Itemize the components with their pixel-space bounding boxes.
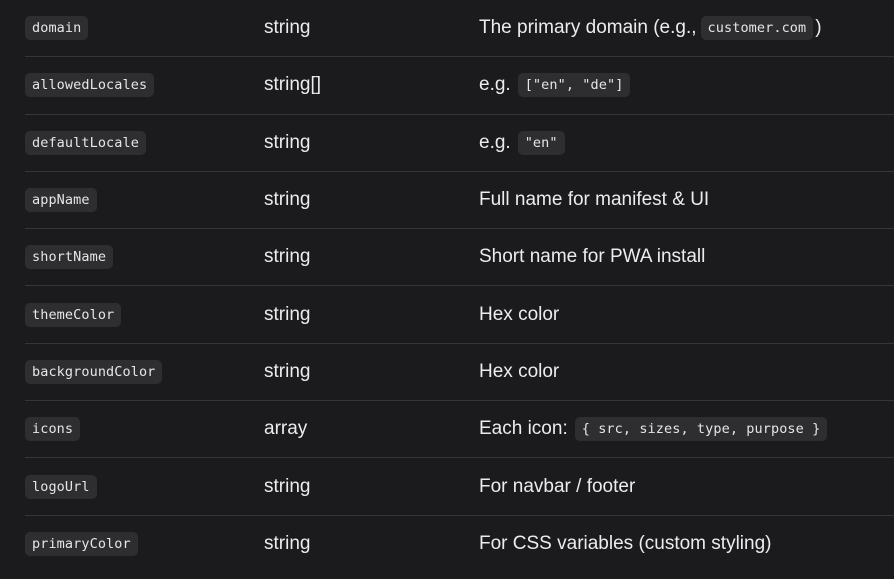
table-row: allowedLocales string[] e.g. ["en", "de"…	[25, 57, 894, 115]
description-suffix: )	[815, 17, 822, 39]
property-description: The primary domain (e.g.,	[479, 17, 697, 39]
table-row: shortName string Short name for PWA inst…	[25, 229, 894, 287]
property-name: icons	[25, 417, 81, 442]
config-table: domain string The primary domain (e.g., …	[25, 0, 894, 573]
table-row: defaultLocale string e.g. "en"	[25, 115, 894, 172]
property-type: string	[264, 17, 311, 39]
table-row: primaryColor string For CSS variables (c…	[25, 516, 894, 573]
description-code: "en"	[517, 130, 565, 155]
property-type: string	[264, 303, 311, 325]
property-name: allowedLocales	[25, 73, 155, 98]
table-row: domain string The primary domain (e.g., …	[25, 0, 894, 58]
table-row: icons array Each icon: { src, sizes, typ…	[25, 401, 894, 459]
table-row: backgroundColor string Hex color	[25, 344, 894, 402]
property-name: shortName	[25, 245, 114, 270]
property-name: primaryColor	[25, 532, 138, 557]
property-description: e.g.	[479, 131, 511, 153]
property-name: logoUrl	[25, 474, 97, 499]
property-description: e.g.	[479, 74, 511, 96]
property-name: appName	[25, 188, 97, 213]
property-type: string	[264, 131, 311, 153]
property-type: string	[264, 246, 311, 268]
property-type: string[]	[264, 74, 322, 96]
description-code: customer.com	[700, 16, 814, 41]
property-type: string	[264, 189, 311, 211]
property-name: backgroundColor	[25, 359, 163, 384]
property-name: domain	[25, 16, 89, 41]
description-code: { src, sizes, type, purpose }	[574, 417, 828, 442]
property-name: themeColor	[25, 302, 122, 327]
property-description: Short name for PWA install	[479, 246, 706, 268]
property-description: Hex color	[479, 360, 560, 382]
property-description: For CSS variables (custom styling)	[479, 533, 772, 555]
property-description: Hex color	[479, 303, 560, 325]
property-description: For navbar / footer	[479, 475, 636, 497]
property-name: defaultLocale	[25, 130, 146, 155]
property-type: string	[264, 533, 311, 555]
table-row: themeColor string Hex color	[25, 286, 894, 344]
table-row: appName string Full name for manifest & …	[25, 172, 894, 230]
property-type: string	[264, 475, 311, 497]
property-description: Each icon:	[479, 418, 568, 440]
property-description: Full name for manifest & UI	[479, 189, 710, 211]
property-type: string	[264, 360, 311, 382]
property-type: array	[264, 418, 308, 440]
table-row: logoUrl string For navbar / footer	[25, 458, 894, 516]
description-code: ["en", "de"]	[517, 73, 631, 98]
